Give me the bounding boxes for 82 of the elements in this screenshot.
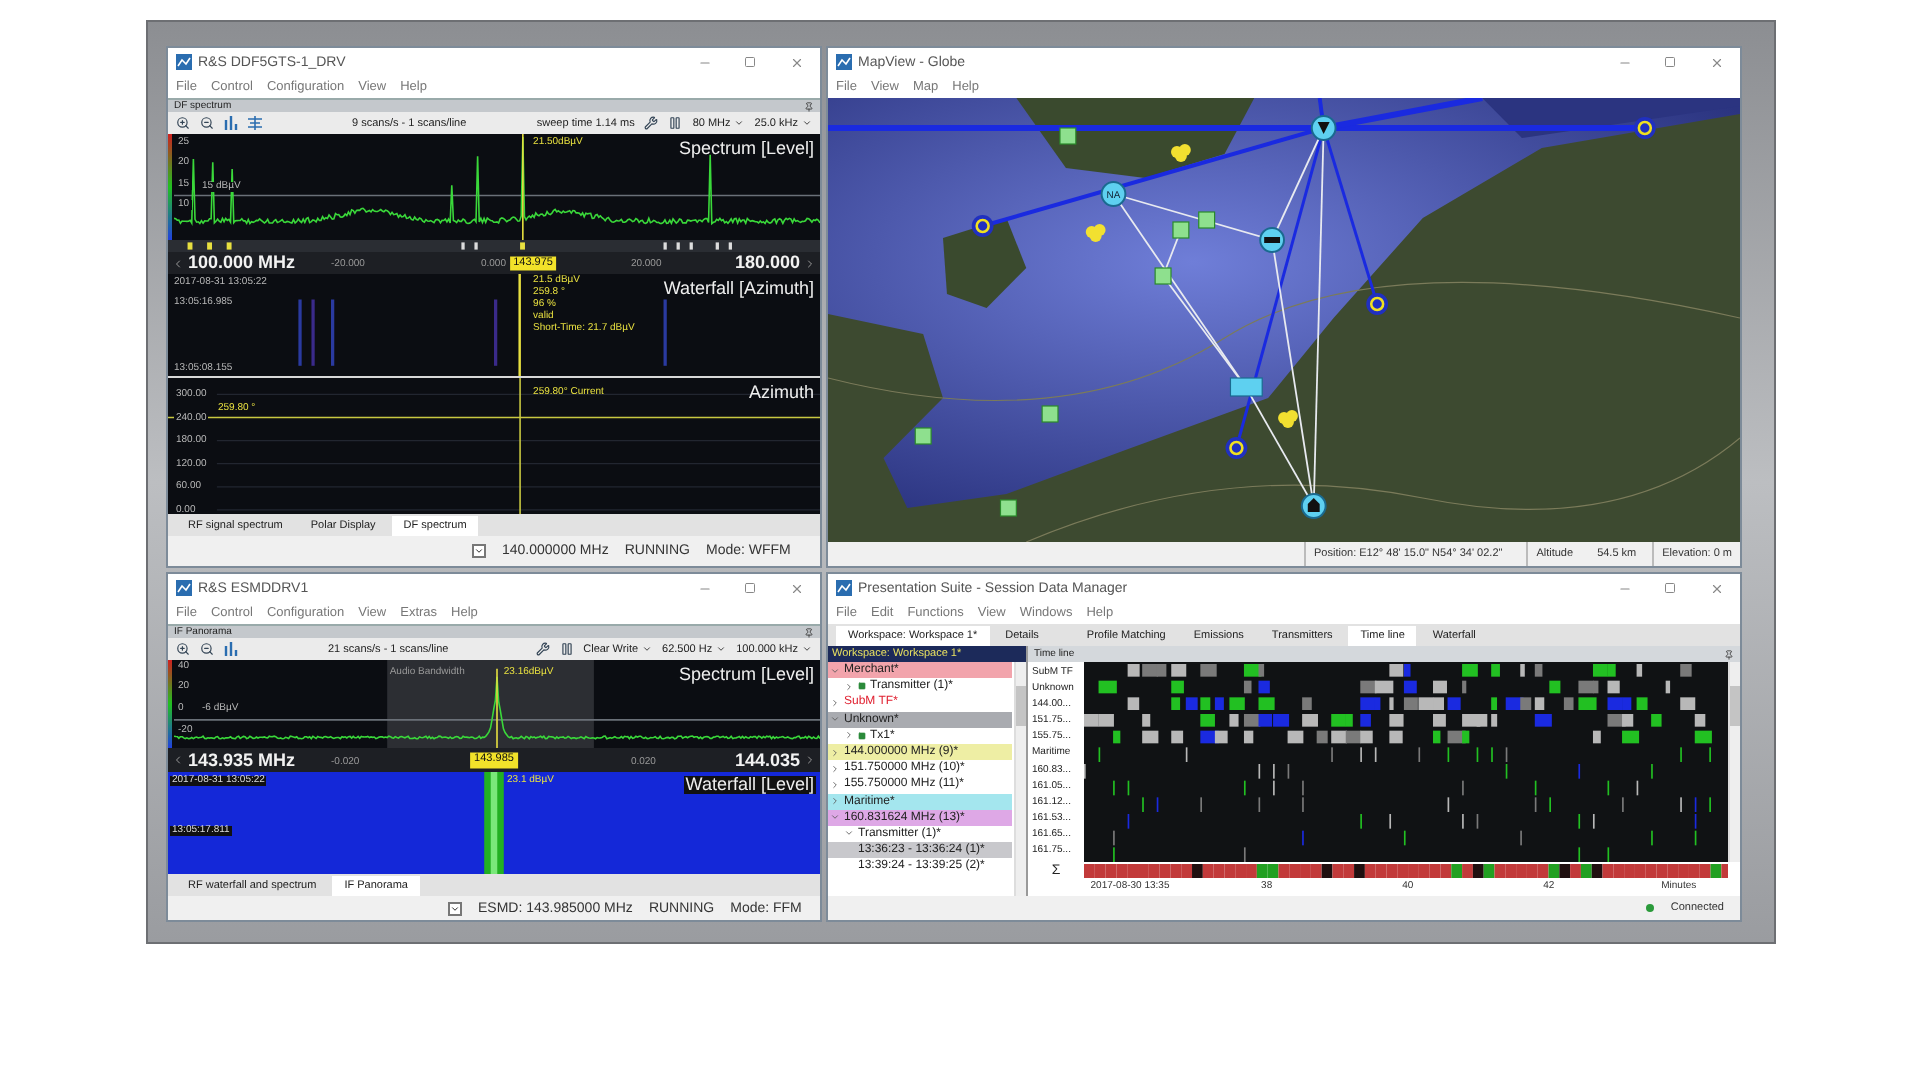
sensor-marker-icon[interactable]: [1198, 211, 1216, 229]
caret-icon[interactable]: [802, 118, 812, 128]
maximize-icon[interactable]: [1664, 582, 1676, 594]
close-icon[interactable]: [1709, 55, 1723, 69]
cluster-icon[interactable]: [1171, 144, 1191, 162]
pin-icon[interactable]: [1724, 649, 1734, 659]
zoom-in-button[interactable]: [176, 642, 190, 656]
chevron-right-icon[interactable]: [804, 754, 816, 766]
chevron-right-icon[interactable]: [844, 681, 854, 692]
maximize-icon[interactable]: [744, 56, 756, 68]
sensor-marker-icon[interactable]: [1041, 405, 1059, 423]
marker-line: [496, 668, 498, 748]
pause-button[interactable]: [668, 116, 683, 130]
caret-icon[interactable]: [716, 644, 727, 654]
sensor-box-icon[interactable]: [1229, 377, 1263, 397]
chevron-right-icon[interactable]: [830, 796, 840, 807]
chevron-right-icon[interactable]: [844, 730, 854, 741]
wrench-icon[interactable]: [644, 116, 659, 130]
pin-icon[interactable]: [804, 627, 814, 637]
maximize-icon[interactable]: [1664, 56, 1676, 68]
pin-icon[interactable]: [804, 101, 814, 111]
close-icon[interactable]: [1709, 581, 1723, 595]
connection-status-icon: [1646, 904, 1655, 912]
sensor-marker-icon[interactable]: [1059, 127, 1077, 145]
app-icon: [836, 580, 852, 596]
chevron-down-icon[interactable]: [830, 812, 840, 823]
close-icon[interactable]: [789, 55, 803, 69]
chevron-down-icon[interactable]: [830, 714, 840, 725]
spectrum-label: Spectrum [Level]: [678, 140, 814, 158]
scrollbar[interactable]: [1014, 662, 1026, 896]
station-marker-icon[interactable]: [1100, 181, 1127, 207]
waterfall-signal-drawing: [484, 772, 504, 874]
scrollbar[interactable]: [1728, 662, 1740, 862]
chevron-down-icon[interactable]: [830, 665, 840, 676]
wrench-icon[interactable]: [535, 642, 550, 656]
app-icon: [176, 54, 192, 70]
maximize-icon[interactable]: [744, 582, 756, 594]
stop-frequency: 180.000: [734, 254, 800, 272]
bars-icon[interactable]: [224, 116, 238, 130]
chevron-right-icon[interactable]: [830, 697, 840, 708]
pause-button[interactable]: [559, 642, 574, 656]
marker-line: [519, 378, 521, 514]
app-icon: [176, 580, 192, 596]
station-marker-icon[interactable]: [1310, 115, 1337, 141]
cluster-icon[interactable]: [1085, 224, 1106, 242]
caret-icon[interactable]: [734, 118, 745, 128]
close-icon[interactable]: [789, 581, 803, 595]
waterfall-label: Waterfall [Azimuth]: [663, 280, 814, 298]
chevron-left-icon[interactable]: [172, 257, 184, 269]
target-marker-icon[interactable]: [1633, 117, 1656, 139]
target-marker-icon[interactable]: [971, 215, 994, 237]
app-icon: [836, 54, 852, 70]
sensor-marker-icon[interactable]: [914, 427, 932, 445]
zoom-in-button[interactable]: [176, 116, 190, 130]
zoom-out-button[interactable]: [200, 116, 214, 130]
start-frequency: 143.935 MHz: [188, 751, 296, 769]
lines-icon[interactable]: [248, 116, 262, 130]
chevron-right-icon[interactable]: [804, 257, 816, 269]
chevron-right-icon[interactable]: [830, 779, 840, 790]
caret-icon[interactable]: [642, 644, 653, 654]
transmitter-icon: [858, 682, 866, 691]
chevron-right-icon[interactable]: [830, 747, 840, 758]
caret-icon[interactable]: [802, 644, 812, 654]
stop-frequency: 144.035: [734, 751, 800, 769]
transmitter-icon: [858, 731, 866, 740]
sensor-marker-icon[interactable]: [1172, 221, 1190, 239]
start-frequency: 100.000 MHz: [188, 254, 296, 272]
sensor-marker-icon[interactable]: [1154, 267, 1172, 285]
waterfall-label: Waterfall [Level]: [683, 776, 816, 794]
chevron-left-icon[interactable]: [172, 754, 184, 766]
zoom-out-button[interactable]: [200, 642, 214, 656]
azimuth-label: Azimuth: [748, 384, 814, 402]
cluster-icon[interactable]: [1278, 410, 1298, 428]
base-station-icon[interactable]: [1300, 493, 1327, 519]
chevron-right-icon[interactable]: [830, 763, 840, 774]
bars-icon[interactable]: [224, 642, 238, 656]
spectrum-label: Spectrum [Level]: [678, 666, 814, 684]
target-marker-icon[interactable]: [1366, 293, 1389, 315]
sensor-marker-icon[interactable]: [999, 499, 1017, 517]
marker-line: [522, 134, 524, 240]
chevron-down-icon[interactable]: [844, 828, 854, 839]
target-marker-icon[interactable]: [1225, 437, 1248, 459]
